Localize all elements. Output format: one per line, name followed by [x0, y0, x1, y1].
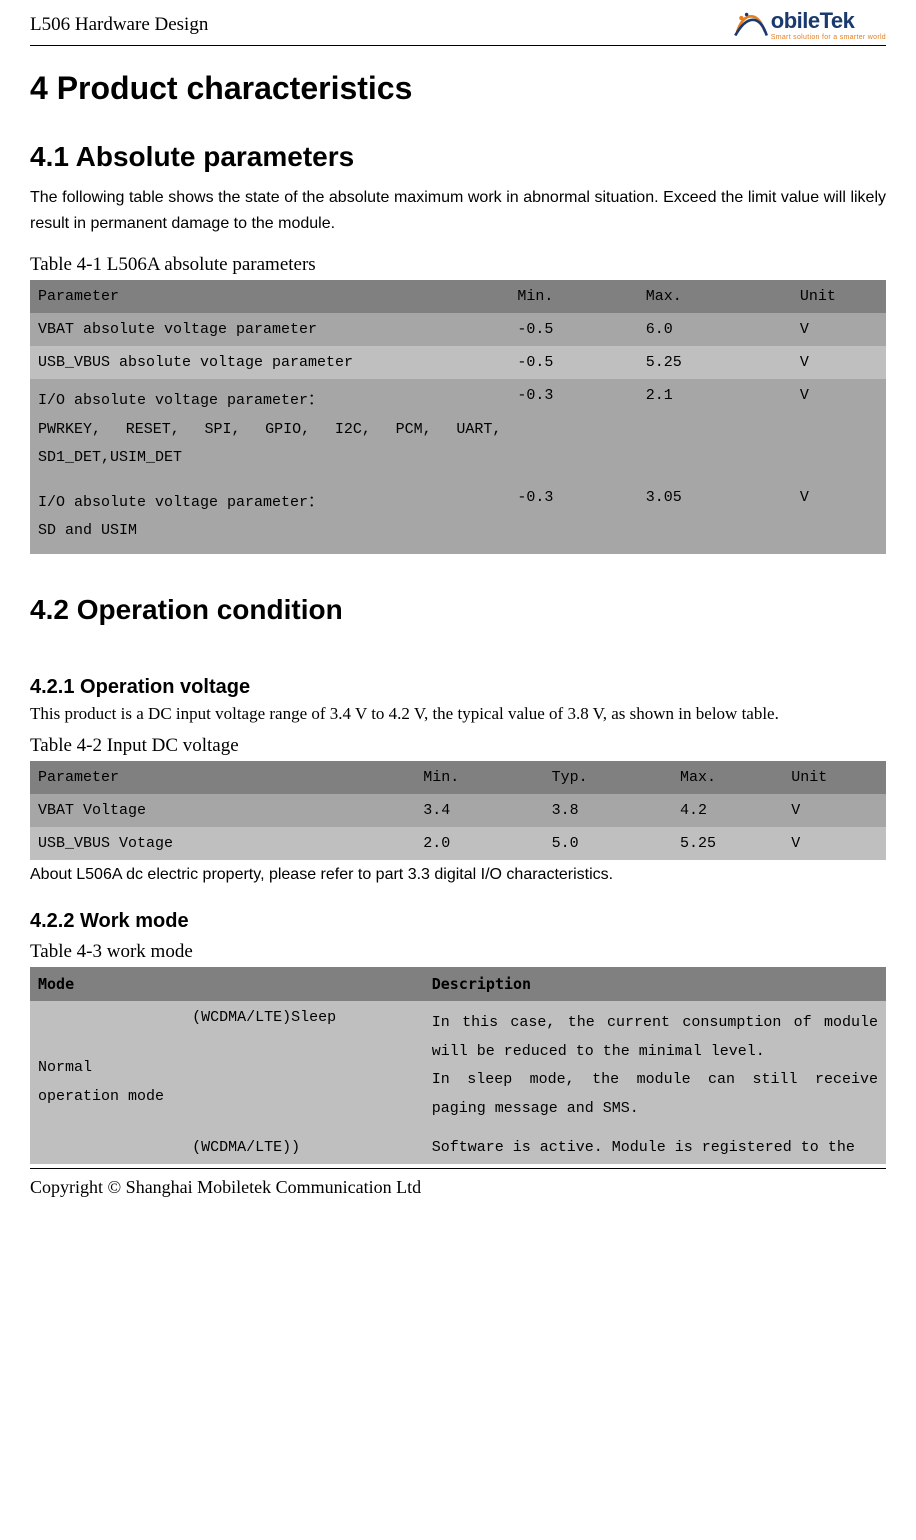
table-work-mode: Mode Description Normal operation mode (… [30, 967, 886, 1164]
cell-param: USB_VBUS Votage [30, 827, 415, 860]
cell-max: 2.1 [638, 379, 792, 481]
cell-unit: V [783, 794, 886, 827]
table-row: VBAT absolute voltage parameter -0.5 6.0… [30, 313, 886, 346]
cell-max: 5.25 [672, 827, 783, 860]
logo-brand-text: obileTek [771, 8, 855, 34]
col-min: Min. [509, 280, 637, 313]
section-4-heading: 4 Product characteristics [30, 70, 886, 107]
cell-submode: (WCDMA/LTE)) [184, 1131, 424, 1164]
cell-min: -0.3 [509, 379, 637, 481]
table-header-row: Parameter Min. Typ. Max. Unit [30, 761, 886, 794]
cell-max: 6.0 [638, 313, 792, 346]
section-4-2-1-intro: This product is a DC input voltage range… [30, 701, 886, 727]
section-4-2-1-note: About L506A dc electric property, please… [30, 866, 886, 884]
brand-logo: obileTek Smart solution for a smarter wo… [733, 8, 886, 41]
cell-max: 5.25 [638, 346, 792, 379]
cell-unit: V [792, 379, 886, 481]
col-parameter: Parameter [30, 280, 509, 313]
cell-param: I/O absolute voltage parameter： PWRKEY, … [30, 379, 509, 481]
page-header: L506 Hardware Design obileTek Smart solu… [30, 0, 886, 46]
col-max: Max. [672, 761, 783, 794]
cell-typ: 5.0 [544, 827, 672, 860]
table-row: I/O absolute voltage parameter： SD and U… [30, 481, 886, 554]
table-header-row: Mode Description [30, 967, 886, 1001]
cell-min: -0.3 [509, 481, 637, 554]
col-unit: Unit [783, 761, 886, 794]
cell-unit: V [792, 481, 886, 554]
cell-param: I/O absolute voltage parameter： SD and U… [30, 481, 509, 554]
cell-submode: (WCDMA/LTE)Sleep [184, 1001, 424, 1131]
cell-max: 4.2 [672, 794, 783, 827]
col-typ: Typ. [544, 761, 672, 794]
section-4-1-intro: The following table shows the state of t… [30, 185, 886, 236]
table-row: USB_VBUS absolute voltage parameter -0.5… [30, 346, 886, 379]
section-4-1-heading: 4.1 Absolute parameters [30, 141, 886, 173]
table-input-dc-voltage: Parameter Min. Typ. Max. Unit VBAT Volta… [30, 761, 886, 860]
cell-param: USB_VBUS absolute voltage parameter [30, 346, 509, 379]
cell-unit: V [783, 827, 886, 860]
cell-mode: Normal operation mode [30, 1001, 184, 1164]
table-header-row: Parameter Min. Max. Unit [30, 280, 886, 313]
col-description: Description [424, 967, 886, 1001]
col-mode: Mode [30, 967, 424, 1001]
table-4-2-caption: Table 4-2 Input DC voltage [30, 735, 886, 757]
cell-unit: V [792, 313, 886, 346]
cell-description: In this case, the current consumption of… [424, 1001, 886, 1131]
cell-min: -0.5 [509, 346, 637, 379]
cell-param: VBAT absolute voltage parameter [30, 313, 509, 346]
section-4-2-heading: 4.2 Operation condition [30, 594, 886, 626]
table-row: Normal operation mode (WCDMA/LTE)Sleep I… [30, 1001, 886, 1131]
table-absolute-parameters: Parameter Min. Max. Unit VBAT absolute v… [30, 280, 886, 554]
table-row: I/O absolute voltage parameter： PWRKEY, … [30, 379, 886, 481]
table-4-1-caption: Table 4-1 L506A absolute parameters [30, 254, 886, 276]
cell-min: -0.5 [509, 313, 637, 346]
logo-tagline: Smart solution for a smarter world [771, 34, 886, 41]
cell-max: 3.05 [638, 481, 792, 554]
section-4-2-1-heading: 4.2.1 Operation voltage [30, 676, 886, 699]
table-row: VBAT Voltage 3.4 3.8 4.2 V [30, 794, 886, 827]
copyright-text: Copyright © Shanghai Mobiletek Communica… [30, 1177, 421, 1197]
cell-description: Software is active. Module is registered… [424, 1131, 886, 1164]
col-min: Min. [415, 761, 543, 794]
cell-min: 3.4 [415, 794, 543, 827]
logo-text-group: obileTek Smart solution for a smarter wo… [771, 8, 886, 41]
table-row: USB_VBUS Votage 2.0 5.0 5.25 V [30, 827, 886, 860]
table-4-3-caption: Table 4-3 work mode [30, 941, 886, 963]
cell-min: 2.0 [415, 827, 543, 860]
doc-title: L506 Hardware Design [30, 14, 208, 36]
col-parameter: Parameter [30, 761, 415, 794]
cell-unit: V [792, 346, 886, 379]
cell-param: VBAT Voltage [30, 794, 415, 827]
section-4-2-2-heading: 4.2.2 Work mode [30, 910, 886, 933]
logo-swoosh-icon [733, 11, 769, 39]
cell-typ: 3.8 [544, 794, 672, 827]
col-unit: Unit [792, 280, 886, 313]
page-footer: Copyright © Shanghai Mobiletek Communica… [30, 1168, 886, 1198]
col-max: Max. [638, 280, 792, 313]
